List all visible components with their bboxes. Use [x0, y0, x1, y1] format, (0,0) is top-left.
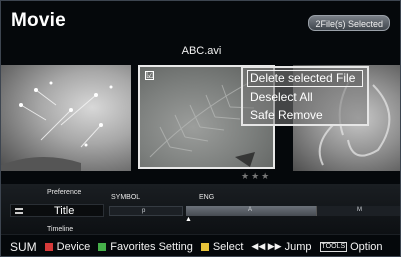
index-p-mark: p [142, 208, 146, 214]
list-icon [15, 208, 23, 214]
sort-title-value: Title [54, 205, 75, 217]
index-a-mark: A [248, 207, 253, 213]
dandelion-image [1, 81, 113, 171]
index-m-segment[interactable]: M [316, 206, 400, 216]
options-context-menu: Delete selected File Deselect All Safe R… [241, 66, 369, 126]
index-m-mark: M [357, 207, 362, 213]
index-position-caret: ▲ [185, 216, 192, 223]
select-label: Select [212, 240, 244, 253]
footer-hints: SUM Device Favorites Setting Select ◀◀ ▶… [1, 234, 400, 256]
selected-checkbox[interactable]: ☑ [145, 71, 154, 80]
preference-label: Preference [47, 189, 82, 196]
thumbnail-previous[interactable] [1, 65, 131, 171]
favorites-hint[interactable]: Favorites Setting [98, 241, 193, 253]
timeline-label: Timeline [47, 226, 74, 233]
current-file-name: ABC.avi [181, 45, 222, 57]
eng-label: ENG [199, 194, 215, 201]
rewind-ff-icon: ◀◀ ▶▶ [251, 241, 282, 251]
menu-item-delete-selected[interactable]: Delete selected File [247, 70, 363, 87]
selected-files-badge: 2File(s) Selected [308, 15, 390, 31]
green-button-icon [98, 242, 107, 251]
index-eng-segment[interactable]: A [186, 206, 316, 216]
tools-icon: TOOLS [319, 241, 348, 252]
option-hint[interactable]: TOOLS Option [319, 240, 383, 253]
device-label: Device [56, 240, 91, 253]
jump-label: Jump [284, 240, 312, 253]
movie-browser-screen: Movie 2File(s) Selected ABC.avi ☑ Delete… [0, 0, 401, 257]
yellow-button-icon [200, 242, 209, 251]
menu-item-deselect-all[interactable]: Deselect All [247, 89, 363, 106]
sort-title-selector[interactable]: Title [10, 204, 104, 217]
page-title: Movie [11, 10, 66, 31]
favorites-label: Favorites Setting [110, 240, 193, 253]
option-label: Option [350, 240, 383, 253]
rating-stars: ★★★ [241, 171, 272, 181]
symbol-label: SYMBOL [111, 194, 141, 201]
select-hint[interactable]: Select [200, 240, 244, 253]
jump-hint[interactable]: ◀◀ ▶▶ Jump [251, 241, 311, 253]
sum-logo: SUM [10, 239, 37, 254]
red-button-icon [44, 242, 53, 251]
index-symbol-segment[interactable]: p [109, 206, 183, 216]
device-hint[interactable]: Device [44, 240, 91, 253]
menu-item-safe-remove[interactable]: Safe Remove [247, 107, 363, 124]
